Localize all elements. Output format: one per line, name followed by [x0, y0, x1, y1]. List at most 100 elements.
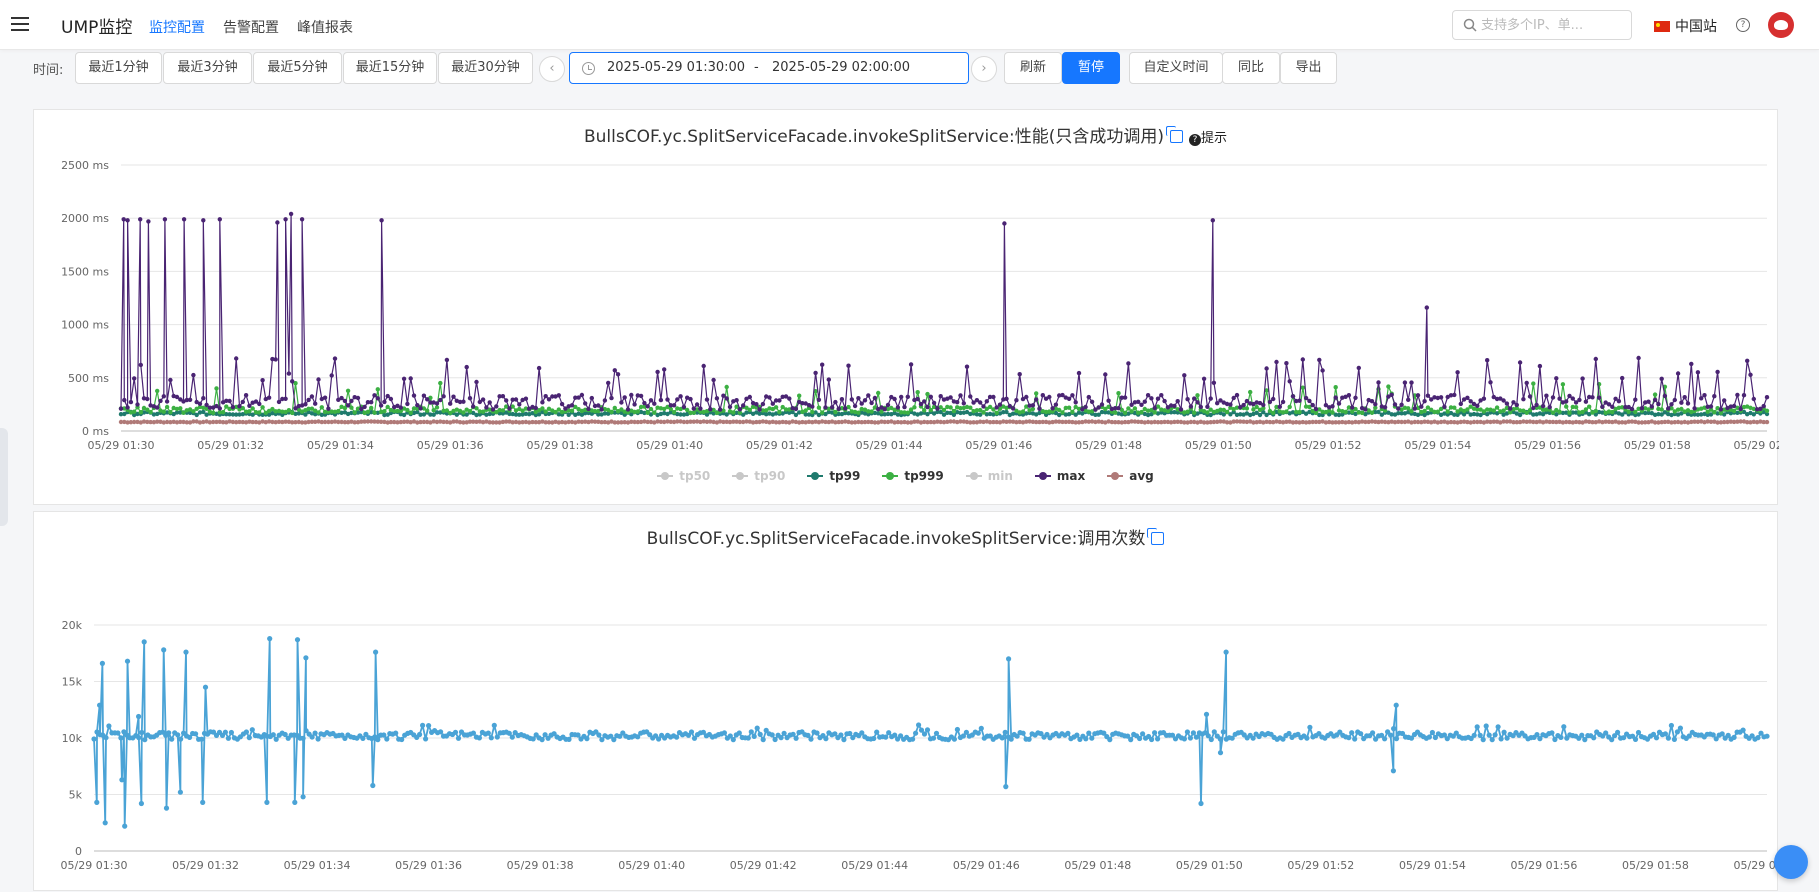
data-point	[444, 357, 450, 363]
last-3min-button[interactable]: 最近3分钟	[163, 52, 252, 84]
data-point	[928, 407, 933, 413]
data-point	[1396, 406, 1401, 411]
legend-item-min[interactable]: min	[965, 469, 1013, 483]
x-tick-label: 05/29 01:46	[953, 859, 1020, 872]
data-point	[132, 409, 137, 414]
y-tick-label: 1000 ms	[61, 319, 109, 332]
data-point	[754, 725, 760, 731]
data-point	[747, 394, 752, 400]
data-point	[797, 393, 802, 398]
data-point	[408, 376, 413, 381]
last-30min-button[interactable]: 最近30分钟	[438, 52, 533, 84]
data-point	[290, 379, 295, 384]
data-point	[1547, 405, 1552, 410]
data-point	[1145, 393, 1151, 398]
legend-item-tp999[interactable]: tp999	[882, 469, 944, 483]
nav-monitor-config[interactable]: 监控配置	[149, 17, 205, 37]
data-point	[382, 399, 387, 405]
custom-time-button[interactable]: 自定义时间	[1129, 52, 1223, 84]
x-tick-label: 05/29 01:36	[395, 859, 462, 872]
time-range-picker[interactable]: 2025-05-29 01:30:00 - 2025-05-29 02:00:0…	[569, 52, 969, 84]
x-tick-label: 05/29 02:00	[1734, 859, 1779, 872]
data-point	[1580, 376, 1585, 381]
copy-icon[interactable]	[1147, 528, 1165, 545]
sidebar-collapse-handle[interactable]	[0, 428, 8, 526]
data-point	[1702, 393, 1707, 398]
last-15min-button[interactable]: 最近15分钟	[343, 52, 437, 84]
nav-alarm-config[interactable]: 告警配置	[223, 17, 279, 37]
data-point	[1353, 395, 1358, 400]
data-point	[97, 702, 103, 708]
data-point	[1761, 403, 1766, 409]
data-point	[300, 794, 306, 800]
menu-icon[interactable]	[8, 12, 32, 36]
data-point	[1517, 360, 1523, 365]
data-point	[183, 649, 189, 655]
data-point	[978, 725, 984, 731]
data-point	[237, 404, 242, 409]
region-label: 中国站	[1675, 19, 1717, 35]
data-point	[1004, 409, 1009, 415]
data-point	[1024, 394, 1029, 400]
compare-button[interactable]: 同比	[1222, 52, 1280, 84]
data-point	[276, 399, 282, 405]
data-point	[1363, 407, 1368, 412]
data-point	[951, 408, 957, 414]
data-point	[303, 402, 308, 407]
range-separator: -	[754, 60, 759, 75]
data-point	[115, 730, 121, 736]
data-point	[349, 398, 354, 404]
last-5min-button[interactable]: 最近5分钟	[253, 52, 342, 84]
data-point	[1350, 405, 1355, 410]
data-point	[760, 401, 766, 407]
data-point	[569, 408, 575, 413]
data-point	[1116, 391, 1121, 396]
data-point	[1136, 399, 1141, 404]
data-point	[1662, 731, 1668, 737]
data-point	[222, 729, 228, 735]
refresh-button[interactable]: 刷新	[1004, 52, 1062, 84]
data-point	[1184, 729, 1190, 735]
legend-item-avg[interactable]: avg	[1107, 469, 1154, 483]
data-point	[326, 406, 331, 411]
legend-item-tp90[interactable]: tp90	[732, 469, 785, 483]
data-point	[158, 398, 163, 404]
legend-item-tp50[interactable]: tp50	[657, 469, 710, 483]
data-point	[164, 399, 170, 404]
data-point	[500, 394, 506, 399]
data-point	[737, 407, 743, 412]
last-1min-button[interactable]: 最近1分钟	[75, 52, 162, 84]
data-point	[1346, 735, 1352, 741]
data-point	[1137, 735, 1143, 742]
data-point	[1554, 376, 1559, 381]
region-selector[interactable]: 中国站	[1654, 16, 1717, 36]
data-point	[1610, 404, 1615, 409]
data-point	[1649, 404, 1655, 409]
data-point	[491, 722, 497, 728]
chevron-right-icon[interactable]: ›	[971, 56, 997, 82]
data-point	[1452, 405, 1457, 410]
chevron-left-icon[interactable]: ‹	[539, 56, 565, 82]
data-point	[961, 401, 966, 406]
pause-button[interactable]: 暂停	[1062, 52, 1120, 84]
data-point	[1129, 409, 1134, 414]
export-button[interactable]: 导出	[1280, 52, 1337, 84]
legend-item-tp99[interactable]: tp99	[807, 469, 860, 483]
data-point	[187, 397, 193, 402]
nav-peak-report[interactable]: 峰值报表	[297, 17, 353, 37]
data-point	[1544, 393, 1549, 398]
avatar[interactable]	[1768, 12, 1794, 38]
chat-assistant-button[interactable]	[1774, 845, 1808, 879]
data-point	[1103, 372, 1108, 377]
help-icon[interactable]: ?	[1736, 18, 1750, 32]
data-point	[197, 401, 203, 406]
data-point	[839, 397, 845, 402]
search-input[interactable]	[1481, 15, 1626, 35]
legend-item-max[interactable]: max	[1034, 469, 1085, 483]
data-point	[300, 735, 306, 741]
data-point	[596, 403, 601, 408]
data-point	[384, 736, 390, 742]
data-point	[559, 401, 565, 407]
data-point	[714, 396, 720, 401]
data-point	[1142, 399, 1148, 404]
